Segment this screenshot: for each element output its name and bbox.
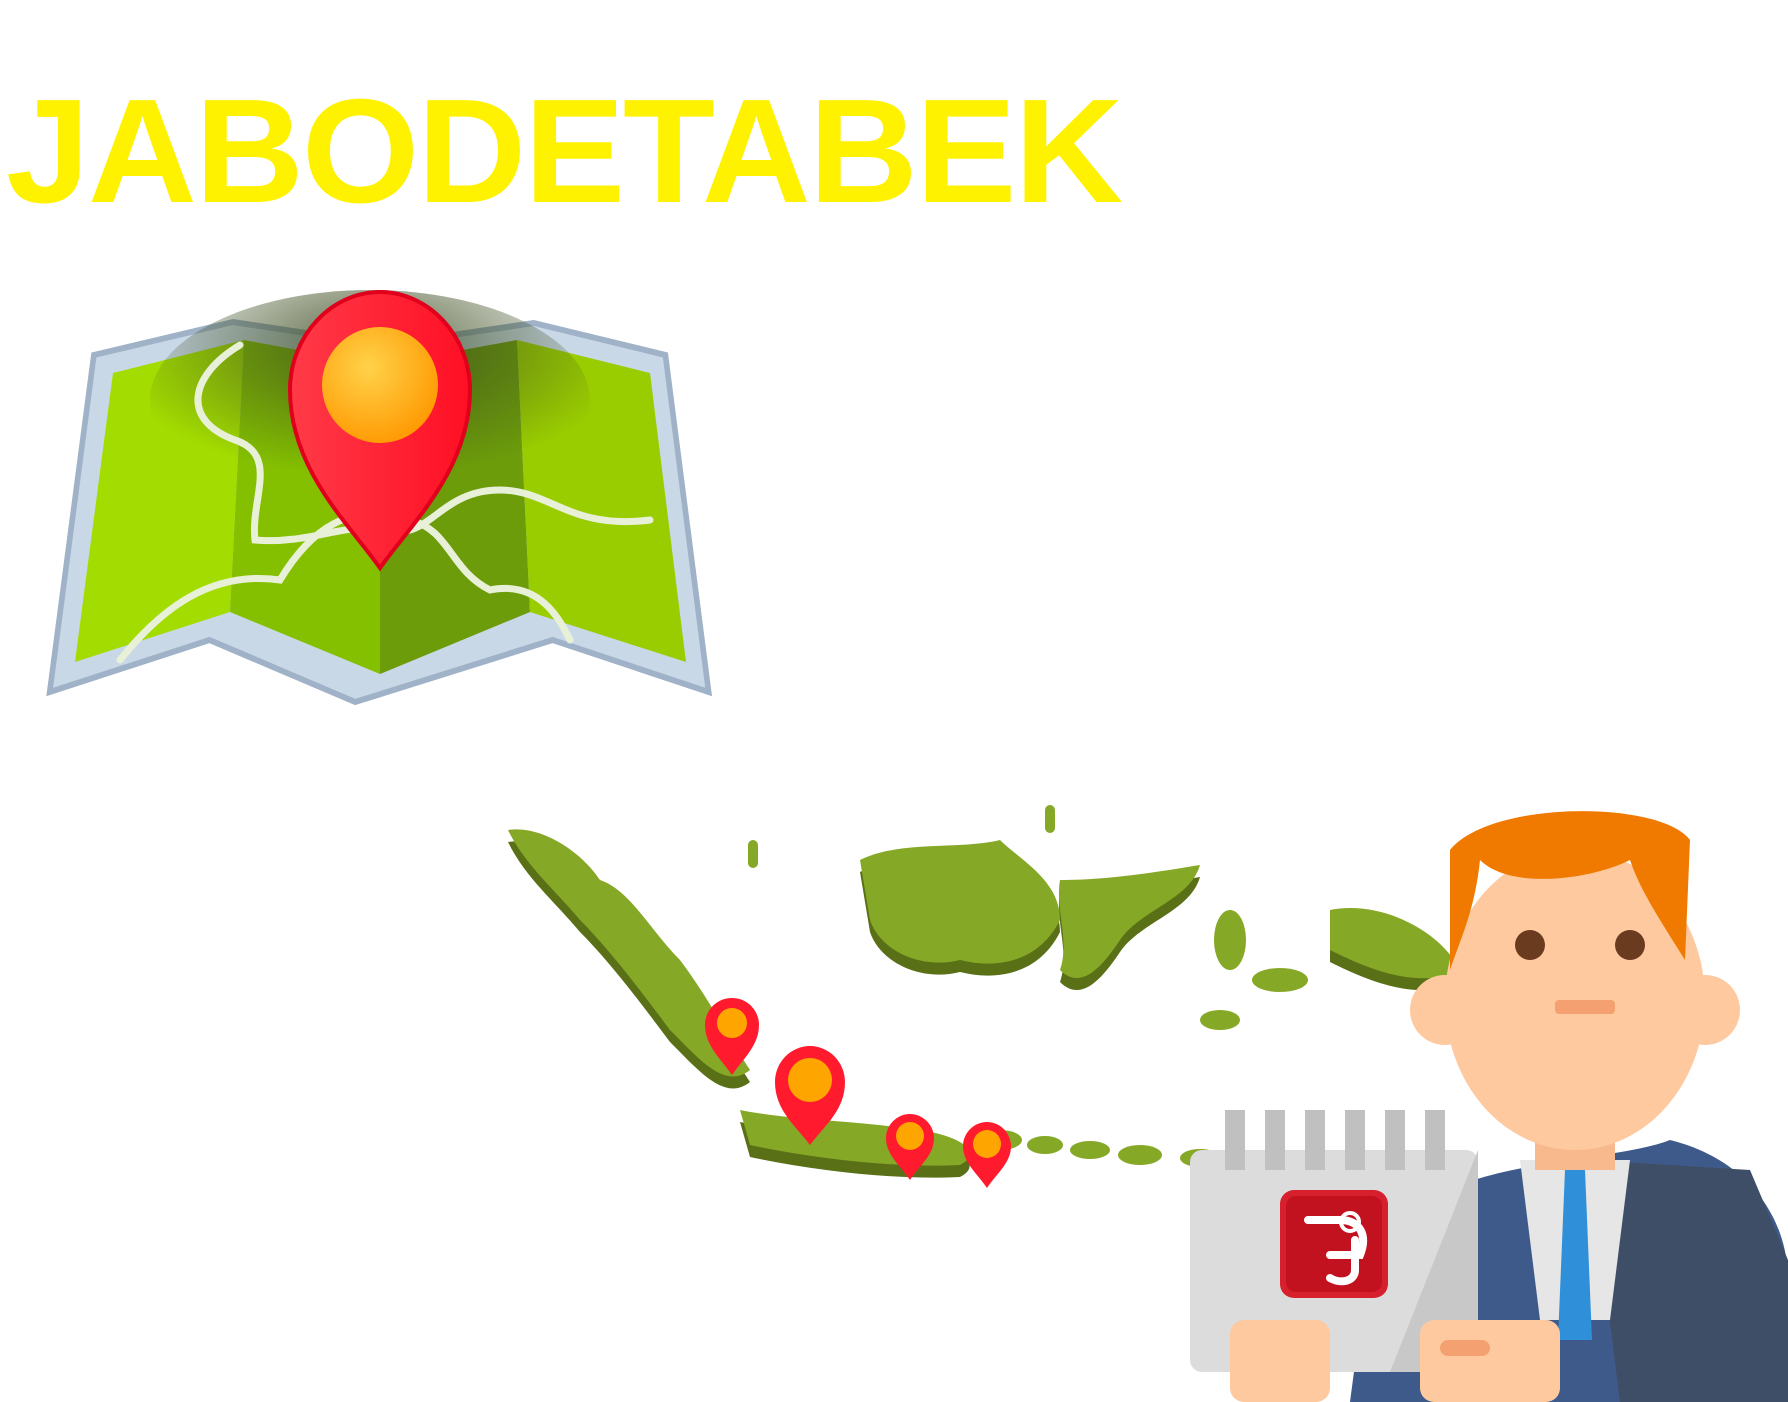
businessman-icon [1190,811,1788,1402]
logo-icon [1280,1190,1388,1298]
location-pin-icon [963,1122,1011,1188]
kalimantan [860,840,1060,964]
sulawesi [1058,865,1200,979]
folded-map-icon [46,289,713,706]
page-title: JABODETABEK [6,69,1123,234]
